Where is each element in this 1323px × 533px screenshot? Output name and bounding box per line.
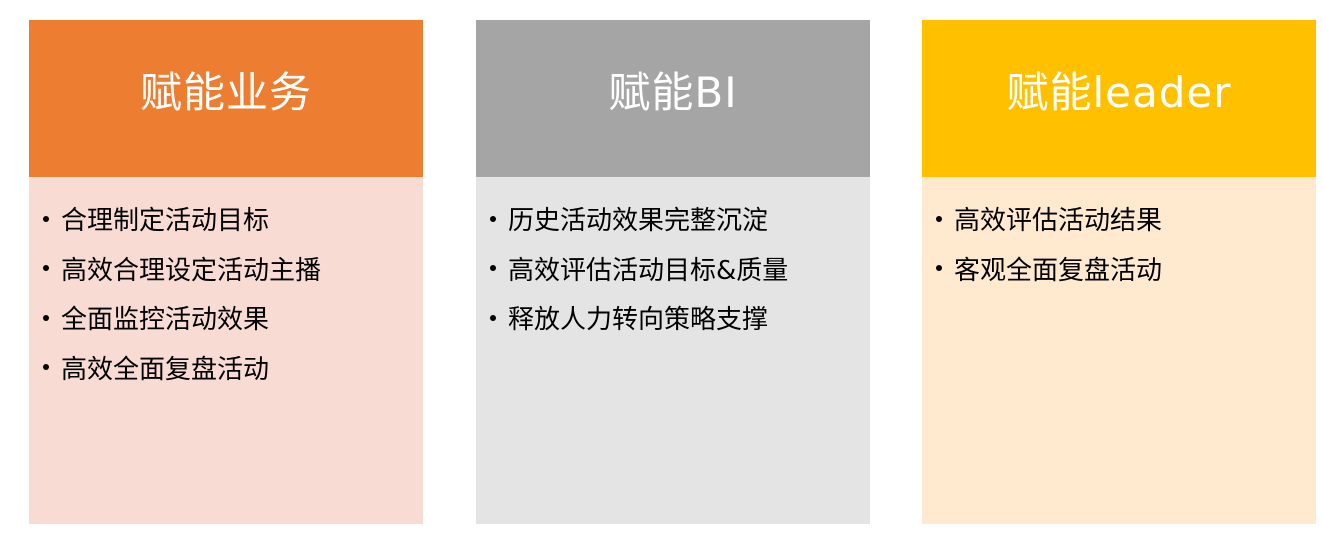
- bullet-text: 全面监控活动效果: [61, 305, 270, 336]
- bullet-text: 历史活动效果完整沉淀: [508, 206, 769, 237]
- bullet-item: 合理制定活动目标: [43, 194, 423, 244]
- bullet-item: 释放人力转向策略支撑: [490, 293, 870, 343]
- bullet-icon: [43, 215, 49, 222]
- bullet-text: 客观全面复盘活动: [954, 255, 1163, 286]
- card-header: 赋能业务: [29, 20, 423, 177]
- card-body: 合理制定活动目标 高效合理设定活动主播 全面监控活动效果 高效全面复盘活动: [29, 177, 423, 524]
- bullet-item: 全面监控活动效果: [43, 293, 423, 343]
- bullet-item: 高效合理设定活动主播: [43, 244, 423, 294]
- bullet-icon: [490, 215, 496, 222]
- card-title: 赋能业务: [139, 68, 312, 117]
- bullet-item: 高效全面复盘活动: [43, 343, 423, 393]
- card-empower-business: 赋能业务 合理制定活动目标 高效合理设定活动主播 全面监控活动效果 高效全面复盘…: [29, 20, 423, 524]
- bullet-icon: [43, 314, 49, 321]
- bullet-list: 高效评估活动结果 客观全面复盘活动: [922, 194, 1316, 293]
- card-header: 赋能BI: [476, 20, 870, 177]
- bullet-item: 历史活动效果完整沉淀: [490, 194, 870, 244]
- bullet-text: 释放人力转向策略支撑: [508, 305, 769, 336]
- bullet-text: 高效全面复盘活动: [61, 354, 270, 385]
- bullet-item: 客观全面复盘活动: [936, 244, 1316, 294]
- card-title: 赋能BI: [608, 68, 738, 117]
- bullet-icon: [43, 265, 49, 272]
- bullet-icon: [490, 314, 496, 321]
- bullet-list: 合理制定活动目标 高效合理设定活动主播 全面监控活动效果 高效全面复盘活动: [29, 194, 423, 392]
- card-empower-bi: 赋能BI 历史活动效果完整沉淀 高效评估活动目标&质量 释放人力转向策略支撑: [476, 20, 870, 524]
- bullet-item: 高效评估活动结果: [936, 194, 1316, 244]
- card-body: 高效评估活动结果 客观全面复盘活动: [922, 177, 1316, 524]
- bullet-icon: [936, 265, 942, 272]
- card-body: 历史活动效果完整沉淀 高效评估活动目标&质量 释放人力转向策略支撑: [476, 177, 870, 524]
- bullet-icon: [43, 364, 49, 371]
- bullet-item: 高效评估活动目标&质量: [490, 244, 870, 294]
- bullet-icon: [490, 265, 496, 272]
- card-empower-leader: 赋能leader 高效评估活动结果 客观全面复盘活动: [922, 20, 1316, 524]
- bullet-text: 合理制定活动目标: [61, 206, 270, 237]
- bullet-text: 高效合理设定活动主播: [61, 255, 322, 286]
- bullet-icon: [936, 215, 942, 222]
- card-title: 赋能leader: [1006, 68, 1232, 117]
- bullet-text: 高效评估活动目标&质量: [508, 255, 789, 286]
- card-header: 赋能leader: [922, 20, 1316, 177]
- bullet-list: 历史活动效果完整沉淀 高效评估活动目标&质量 释放人力转向策略支撑: [476, 194, 870, 343]
- bullet-text: 高效评估活动结果: [954, 206, 1163, 237]
